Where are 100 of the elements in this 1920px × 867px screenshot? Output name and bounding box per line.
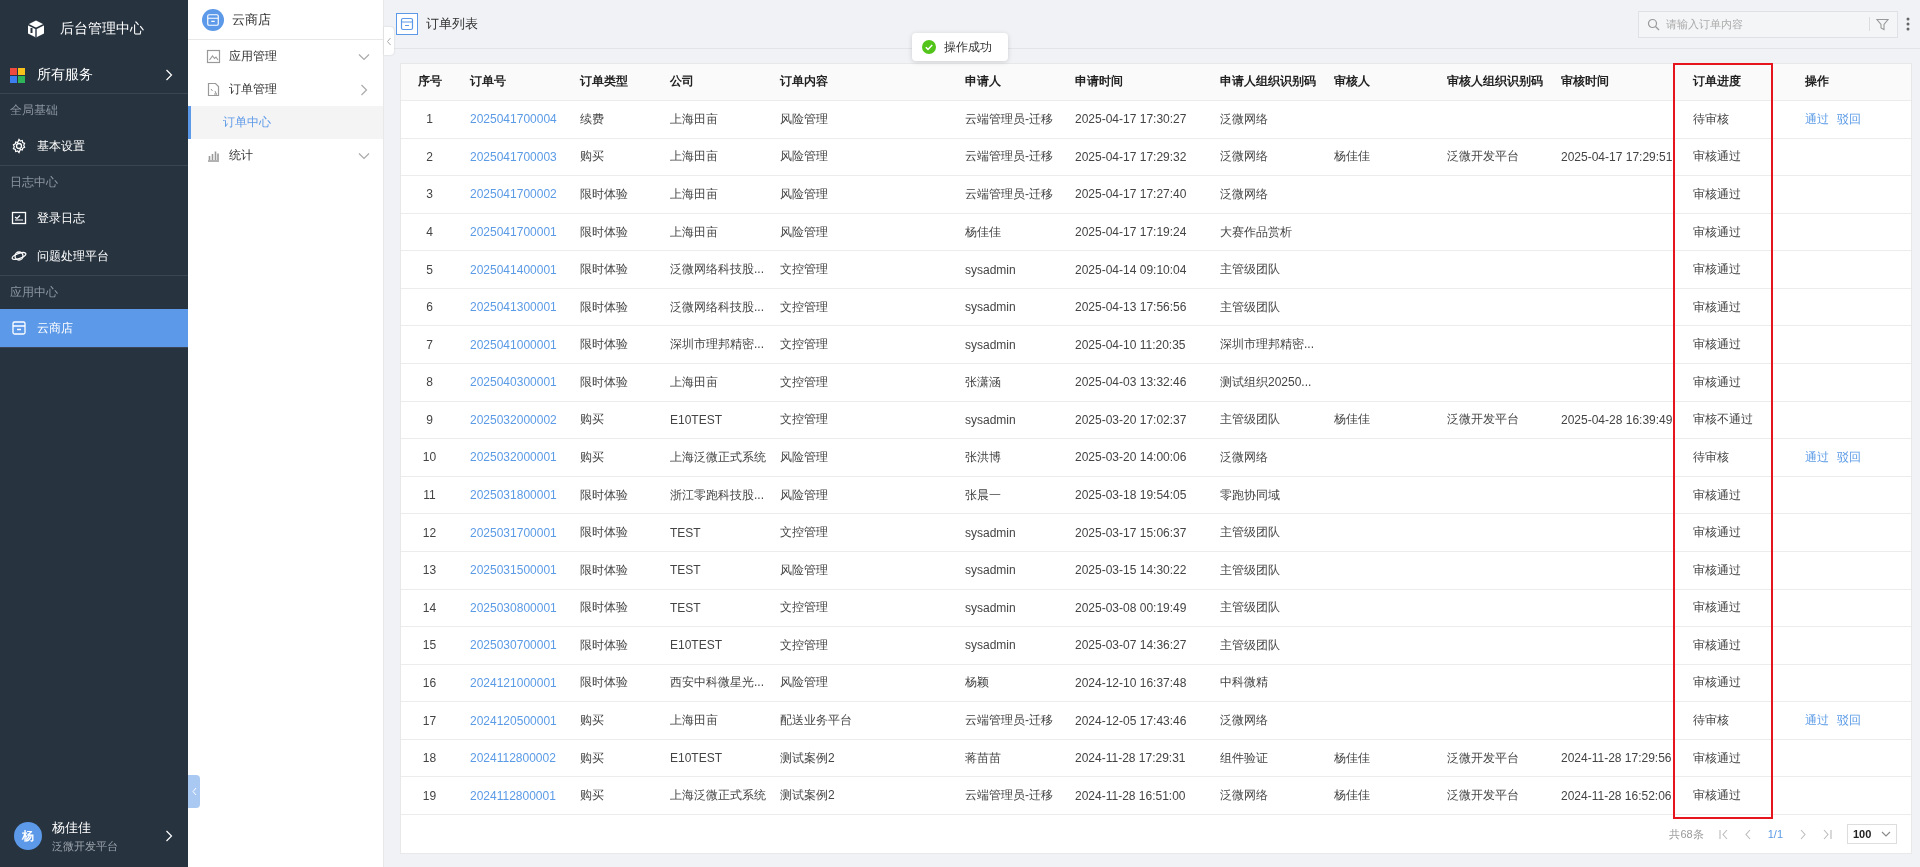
column-header: 申请人: [964, 73, 1002, 91]
table-cell-text: sysadmin: [964, 638, 1017, 653]
table-cell-text: 12: [421, 525, 438, 540]
store-icon: [396, 13, 418, 35]
table-cell-text: 张潇涵: [964, 373, 1002, 391]
sidebar-item[interactable]: 基本设置: [0, 127, 188, 165]
sidebar-item[interactable]: 问题处理平台: [0, 237, 188, 275]
action-link[interactable]: 驳回: [1837, 448, 1861, 466]
table-cell-text: 泛微网络: [1219, 787, 1269, 805]
order-link[interactable]: 2025041700004: [458, 112, 568, 127]
table-cell-text: 限时体验: [579, 298, 629, 316]
table-cell-text: 审核通过: [1692, 298, 1742, 316]
table-cell-text: 上海田亩: [669, 185, 719, 203]
table-cell-text: 文控管理: [779, 298, 829, 316]
table-cell-text: 文控管理: [779, 524, 829, 542]
table-cell-text: 2025-04-17 17:27:40: [1074, 187, 1188, 202]
order-link[interactable]: 2025030700001: [458, 638, 568, 653]
table-cell-text: 2025-04-17 17:29:32: [1074, 149, 1188, 164]
collapse-handle[interactable]: [384, 27, 394, 55]
sidebar-item[interactable]: 登录日志: [0, 199, 188, 237]
search-input[interactable]: 请输入订单内容: [1666, 18, 1863, 30]
column-header: 申请人组织识别码: [1219, 73, 1317, 91]
table-cell-text: 9: [425, 412, 434, 427]
document-icon: [206, 82, 221, 97]
table-cell-text: 泛微网络: [1219, 110, 1269, 128]
order-link[interactable]: 2024120500001: [458, 713, 568, 728]
table-cell-text: 文控管理: [779, 336, 829, 354]
table-cell-text: 风险管理: [779, 674, 829, 692]
table-cell-text: 19: [421, 788, 438, 803]
table-cell-text: 7: [425, 337, 434, 352]
order-link[interactable]: 2025032000001: [458, 450, 568, 465]
action-link[interactable]: 驳回: [1837, 110, 1861, 128]
search-field[interactable]: 请输入订单内容: [1638, 10, 1898, 38]
action-link[interactable]: 通过: [1805, 448, 1829, 466]
submenu-item[interactable]: 订单中心: [188, 106, 383, 139]
order-link[interactable]: 2025040300001: [458, 375, 568, 390]
panel-title: 云商店: [232, 10, 271, 29]
table-cell-text: 2: [425, 149, 434, 164]
section-heading: 日志中心: [9, 174, 59, 191]
order-link[interactable]: 2025031800001: [458, 488, 568, 503]
table-cell-text: 限时体验: [579, 185, 629, 203]
gear-icon: [11, 138, 27, 154]
column-header: 序号: [416, 73, 443, 91]
order-link[interactable]: 2025041400001: [458, 262, 568, 277]
table-cell-text: 泛微开发平台: [1446, 148, 1520, 166]
order-link[interactable]: 2024121000001: [458, 675, 568, 690]
last-page-icon[interactable]: [1822, 828, 1833, 840]
menu-item[interactable]: 统计: [188, 139, 383, 172]
first-page-icon[interactable]: [1717, 828, 1729, 840]
table-cell-text: 上海田亩: [669, 148, 719, 166]
column-header: 订单类型: [578, 73, 629, 91]
all-services-menu[interactable]: 所有服务: [0, 57, 188, 94]
order-link[interactable]: 2025041000001: [458, 337, 568, 352]
menu-item[interactable]: 订单管理: [188, 73, 383, 106]
table-cell-text: 8: [425, 375, 434, 390]
table-cell-text: 审核通过: [1692, 636, 1742, 654]
action-link[interactable]: 驳回: [1837, 712, 1861, 729]
action-link[interactable]: 通过: [1805, 712, 1829, 729]
table-cell-text: 2025-03-17 15:06:37: [1074, 525, 1188, 540]
order-link[interactable]: 2025041700001: [458, 225, 568, 239]
order-link[interactable]: 2024112800001: [458, 788, 568, 803]
user-avatar: 杨: [14, 822, 42, 850]
table-cell-text: 配送业务平台: [779, 712, 853, 729]
column-header: 申请时间: [1074, 73, 1124, 91]
table-cell-text: 大赛作品赏析: [1219, 223, 1293, 241]
table-cell-text: 2025-03-20 14:00:06: [1074, 450, 1188, 465]
order-link[interactable]: 2025030800001: [458, 600, 568, 615]
more-options-icon[interactable]: [1906, 17, 1910, 31]
table-cell-text: 限时体验: [579, 561, 629, 579]
table-cell-text: 组件验证: [1219, 749, 1269, 767]
table-cell-text: 主管级团队: [1219, 524, 1281, 542]
table-cell-text: 2025-04-10 11:20:35: [1074, 337, 1187, 352]
menu-item[interactable]: 应用管理: [188, 40, 383, 73]
order-link[interactable]: 2024112800002: [458, 751, 568, 766]
table-cell-text: 18: [421, 751, 438, 766]
order-link[interactable]: 2025041300001: [458, 300, 568, 315]
table-cell-text: 购买: [579, 787, 605, 805]
table-cell-text: 泛微网络: [1219, 448, 1269, 466]
table-cell-text: 2025-03-08 00:19:49: [1074, 600, 1188, 615]
action-link[interactable]: 通过: [1805, 110, 1829, 128]
table-cell-text: 审核通过: [1692, 148, 1742, 166]
table-cell-text: 云端管理员-迁移: [964, 148, 1054, 166]
table-cell-text: 审核不通过: [1692, 411, 1754, 429]
chevron-left-icon: [386, 36, 392, 46]
collapse-handle[interactable]: [188, 775, 200, 808]
order-link[interactable]: 2025041700003: [458, 149, 568, 164]
order-link[interactable]: 2025031500001: [458, 563, 568, 578]
table-cell-text: 限时体验: [579, 336, 629, 354]
page-size-select[interactable]: 100: [1847, 824, 1897, 844]
table-cell-text: 限时体验: [579, 223, 629, 241]
order-link[interactable]: 2025041700002: [458, 187, 568, 202]
order-link[interactable]: 2025031700001: [458, 525, 568, 540]
table-cell-text: 上海泛微正式系统: [669, 787, 767, 805]
filter-icon[interactable]: [1876, 17, 1889, 31]
table-cell-text: 2025-03-20 17:02:37: [1074, 412, 1188, 427]
table-cell-text: 限时体验: [579, 674, 629, 692]
table-cell-text: 5: [425, 262, 434, 277]
order-link[interactable]: 2025032000002: [458, 412, 568, 427]
table-cell-text: 2025-04-14 09:10:04: [1074, 262, 1188, 277]
sidebar-item[interactable]: 云商店: [0, 309, 188, 347]
